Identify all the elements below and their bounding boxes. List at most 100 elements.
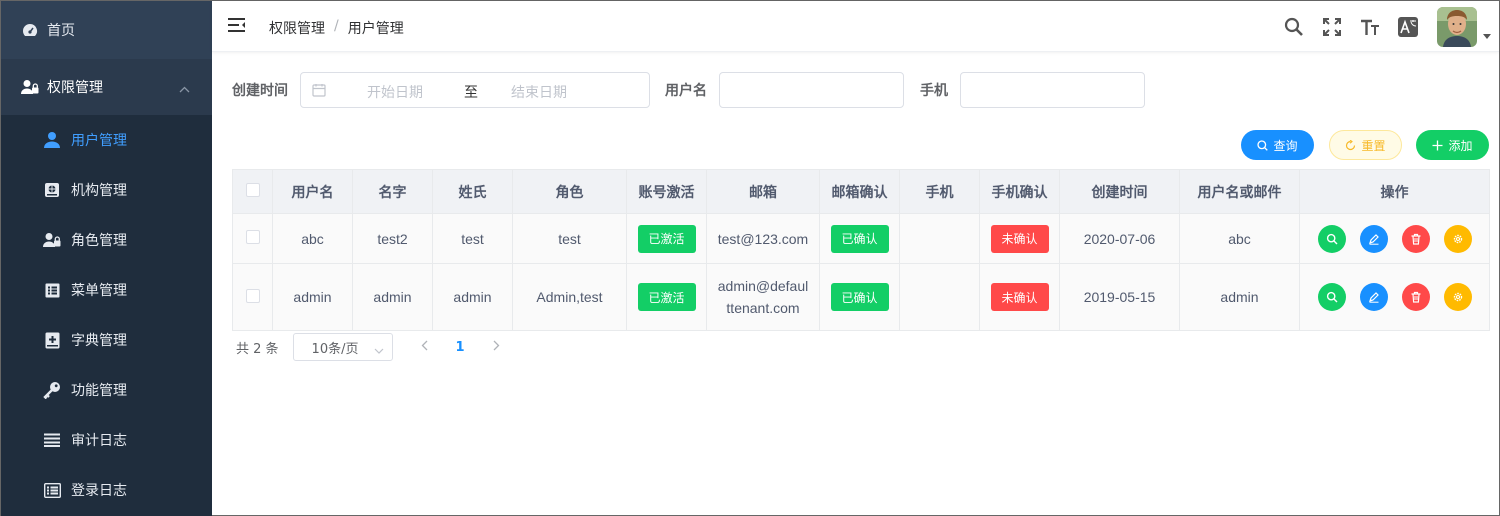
page-number[interactable]: 1	[456, 340, 465, 355]
cell-phone-confirmed: 未确认	[979, 213, 1060, 264]
cell-name: admin	[352, 263, 433, 331]
sidebar-item-audit-log[interactable]: 审计日志	[1, 415, 212, 465]
sidebar-item-home[interactable]: 首页	[1, 1, 212, 59]
cell-email-confirmed: 已确认	[819, 263, 900, 331]
select-all-cell	[232, 169, 273, 214]
column-header[interactable]: 创建时间	[1059, 169, 1180, 214]
edit-icon	[1368, 233, 1379, 245]
add-button[interactable]: 添加	[1416, 130, 1489, 160]
table-row[interactable]: admin admin admin Admin,test 已激活 admin@d…	[232, 263, 1490, 331]
cell-email: test@123.com	[706, 213, 820, 264]
sidebar-item-features[interactable]: 功能管理	[1, 365, 212, 415]
trash-icon	[1411, 291, 1420, 303]
page-size-select[interactable]: 10条/页	[292, 333, 393, 361]
sidebar-group-permissions[interactable]: 权限管理	[1, 59, 212, 115]
reset-button[interactable]: 重置	[1329, 130, 1402, 160]
column-header[interactable]: 名字	[352, 169, 433, 214]
row-checkbox[interactable]	[245, 230, 260, 244]
settings-button[interactable]	[1443, 224, 1472, 253]
column-header[interactable]: 角色	[512, 169, 627, 214]
username-input[interactable]	[719, 72, 904, 108]
view-button[interactable]	[1317, 224, 1346, 253]
search-icon	[1326, 233, 1337, 244]
cell-created: 2020-07-06	[1059, 213, 1180, 264]
avatar[interactable]	[1437, 6, 1477, 47]
translate-icon[interactable]	[1389, 16, 1427, 37]
cell-user-or-email: admin	[1179, 263, 1300, 331]
sidebar-item-label: 角色管理	[71, 233, 127, 249]
sidebar-group-label: 权限管理	[47, 80, 103, 96]
top-toolbar	[1275, 1, 1499, 52]
edit-button[interactable]	[1359, 283, 1388, 311]
chevron-right-icon	[493, 340, 500, 350]
sidebar-item-login-log[interactable]: 登录日志	[1, 465, 212, 515]
column-header[interactable]: 用户名或邮件	[1179, 169, 1300, 214]
search-icon	[1326, 291, 1337, 303]
table-row[interactable]: abc test2 test test 已激活 test@123.com 已确认…	[232, 213, 1490, 264]
gear-icon	[1453, 234, 1462, 243]
next-page-button[interactable]	[493, 340, 500, 355]
delete-button[interactable]	[1401, 283, 1430, 311]
sidebar-item-menus[interactable]: 菜单管理	[1, 265, 212, 315]
query-button[interactable]: 查询	[1241, 130, 1314, 160]
cell-phone-confirmed: 未确认	[979, 263, 1060, 331]
select-all-checkbox[interactable]	[245, 182, 260, 197]
table-header-row: 用户名 名字 姓氏 角色 账号激活 邮箱 邮箱确认 手机 手机确认 创建时间 用…	[232, 169, 1490, 214]
query-button-label: 查询	[1273, 138, 1298, 153]
font-size-icon[interactable]	[1351, 18, 1389, 36]
breadcrumb-parent[interactable]: 权限管理	[269, 18, 325, 38]
sidebar-item-label: 功能管理	[71, 383, 127, 399]
sidebar-item-label: 登录日志	[71, 483, 127, 499]
column-header[interactable]: 邮箱	[706, 169, 820, 214]
column-header[interactable]: 邮箱确认	[819, 169, 900, 214]
prev-page-button[interactable]	[421, 340, 428, 355]
date-range-separator: 至	[464, 85, 478, 101]
row-select-cell	[232, 263, 273, 331]
delete-button[interactable]	[1401, 224, 1430, 253]
menu-list-icon	[43, 281, 61, 299]
start-date-input[interactable]: 开始日期	[367, 82, 423, 102]
plus-icon	[1432, 140, 1443, 151]
sidebar-item-label: 用户管理	[71, 133, 127, 149]
cell-user-or-email: abc	[1179, 213, 1300, 264]
settings-button[interactable]	[1443, 283, 1472, 311]
trash-icon	[1411, 233, 1420, 245]
cell-name: test2	[352, 213, 433, 264]
view-button[interactable]	[1317, 283, 1346, 311]
cell-surname: admin	[432, 263, 513, 331]
row-checkbox[interactable]	[245, 288, 260, 303]
sidebar-item-label: 字典管理	[71, 333, 127, 349]
hamburger-icon[interactable]	[228, 17, 246, 37]
phone-confirmed-badge: 未确认	[990, 224, 1049, 253]
sidebar-item-dictionary[interactable]: 字典管理	[1, 315, 212, 365]
sidebar-item-roles[interactable]: 角色管理	[1, 215, 212, 265]
search-icon[interactable]	[1275, 17, 1313, 37]
sidebar-item-label: 首页	[47, 23, 75, 39]
caret-down-icon[interactable]	[1483, 28, 1491, 44]
add-button-label: 添加	[1448, 138, 1473, 153]
cell-email: admin@defaul ttenant.com	[706, 263, 820, 331]
column-header[interactable]: 账号激活	[626, 169, 707, 214]
edit-button[interactable]	[1359, 224, 1388, 253]
sidebar-item-users[interactable]: 用户管理	[1, 115, 212, 165]
date-range-picker[interactable]: 开始日期 至 结束日期	[300, 72, 650, 108]
user-lock-icon	[43, 231, 61, 249]
column-header[interactable]: 手机确认	[979, 169, 1060, 214]
fullscreen-icon[interactable]	[1313, 17, 1351, 36]
cell-username: abc	[272, 213, 353, 264]
cell-role: test	[512, 213, 627, 264]
phone-input[interactable]	[960, 72, 1145, 108]
refresh-icon	[1345, 139, 1356, 151]
column-header[interactable]: 手机	[899, 169, 980, 214]
end-date-input[interactable]: 结束日期	[511, 82, 567, 102]
submenu: 用户管理 机构管理 角色管理 菜单管理 字典管理 功能管理 审计日志 登录日志	[1, 115, 212, 516]
sidebar-item-organizations[interactable]: 机构管理	[1, 165, 212, 215]
cell-phone	[899, 213, 980, 264]
gear-icon	[1453, 292, 1462, 302]
column-header[interactable]: 用户名	[272, 169, 353, 214]
chevron-left-icon	[421, 340, 428, 350]
cell-created: 2019-05-15	[1059, 263, 1180, 331]
column-header[interactable]: 姓氏	[432, 169, 513, 214]
column-header: 操作	[1299, 169, 1490, 214]
email-confirmed-badge: 已确认	[830, 224, 889, 253]
